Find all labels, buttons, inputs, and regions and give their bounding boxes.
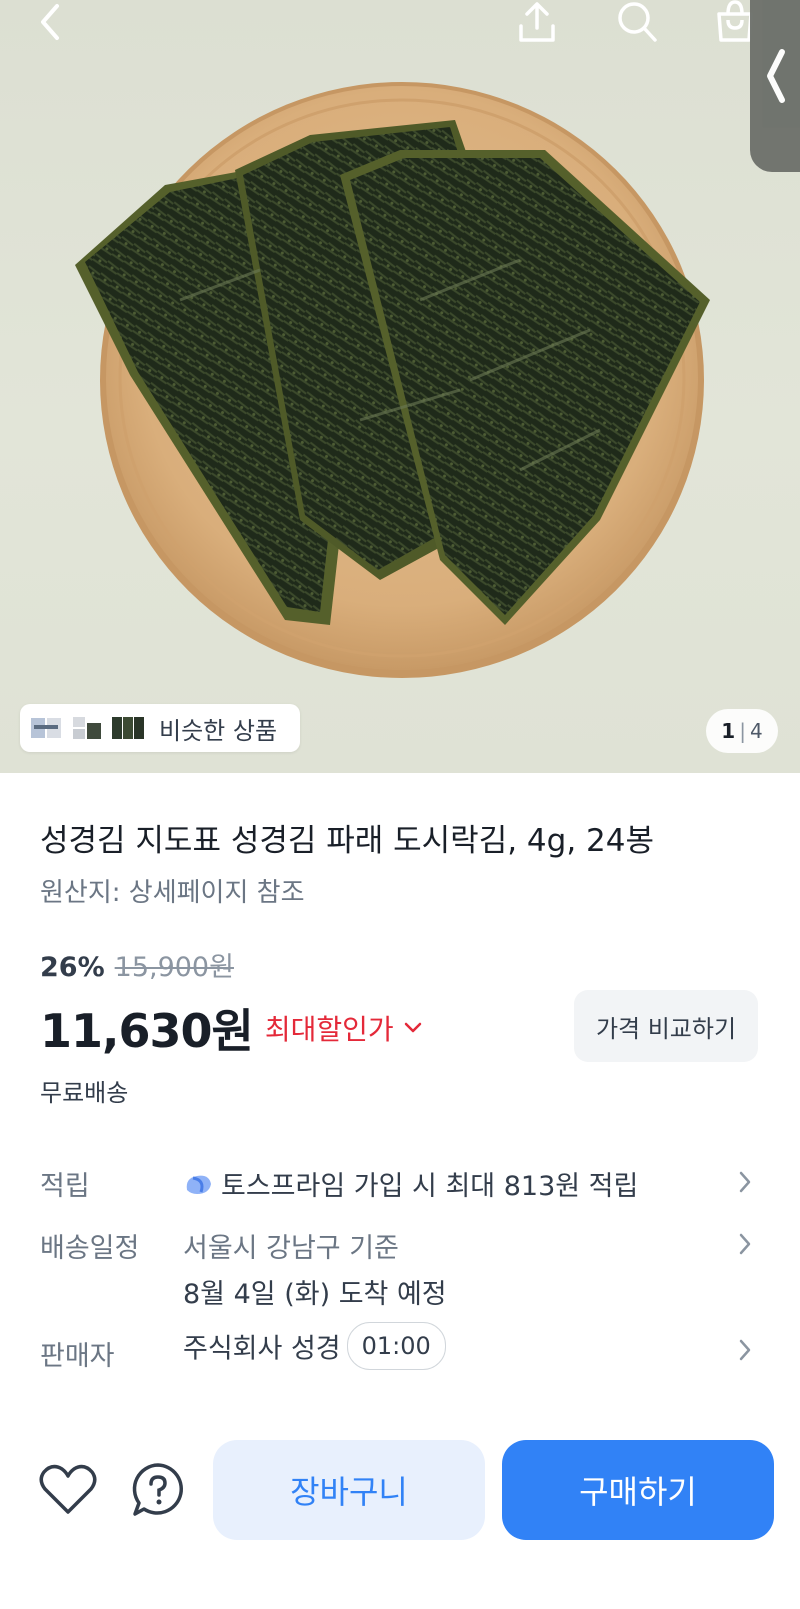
- chevron-right-icon: [739, 1233, 751, 1255]
- image-counter: 1 | 4: [706, 709, 778, 753]
- product-title: 성경김 지도표 성경김 파래 도시락김, 4g, 24봉: [40, 823, 654, 859]
- product-image-area[interactable]: 비슷한 상품 1 | 4: [0, 0, 800, 773]
- original-price: 15,900원: [114, 952, 234, 983]
- chevron-left-icon: [767, 49, 785, 103]
- side-panel-handle[interactable]: [750, 0, 800, 172]
- heart-icon: [39, 1464, 97, 1514]
- similar-thumbnail: [69, 713, 105, 743]
- price-compare-button[interactable]: 가격 비교하기: [574, 990, 758, 1062]
- points-row[interactable]: 적립 토스프라임 가입 시 최대 813원 적립: [40, 1160, 760, 1204]
- add-to-cart-button[interactable]: 장바구니: [213, 1440, 485, 1540]
- price-row: 11,630원 최대할인가: [40, 995, 424, 1061]
- wishlist-button[interactable]: [36, 1458, 100, 1522]
- discount-rate: 26%: [40, 952, 105, 983]
- chevron-down-icon: [404, 1022, 421, 1033]
- delivery-location: 서울시 강남구 기준: [183, 1233, 399, 1264]
- seller-value-wrap: 주식회사 성경 01:00: [183, 1322, 446, 1370]
- chevron-right-icon: [739, 1339, 751, 1361]
- points-value: 토스프라임 가입 시 최대 813원 적립: [221, 1171, 639, 1202]
- similar-thumbnail: [28, 713, 64, 743]
- max-discount-label: 최대할인가: [264, 1013, 394, 1046]
- share-button[interactable]: [507, 0, 567, 44]
- share-icon: [519, 2, 555, 42]
- similar-thumbnail: [110, 713, 146, 743]
- back-arrow-icon: [41, 4, 59, 40]
- seller-time-badge: 01:00: [346, 1322, 446, 1370]
- toss-prime-icon: [186, 1175, 211, 1194]
- image-counter-separator: |: [739, 719, 746, 743]
- points-value-wrap: 토스프라임 가입 시 최대 813원 적립: [183, 1164, 638, 1203]
- sale-price: 11,630원: [40, 1004, 254, 1058]
- chevron-right-icon: [739, 1171, 751, 1193]
- buy-now-button[interactable]: 구매하기: [502, 1440, 774, 1540]
- image-total: 4: [749, 719, 763, 743]
- image-index: 1: [721, 719, 736, 743]
- similar-products-button[interactable]: 비슷한 상품: [20, 704, 300, 752]
- seller-label: 판매자: [40, 1341, 115, 1372]
- search-button[interactable]: [607, 0, 667, 44]
- seller-row[interactable]: 판매자 주식회사 성경 01:00: [40, 1322, 760, 1376]
- points-label: 적립: [40, 1171, 90, 1202]
- product-origin: 원산지: 상세페이지 참조: [40, 878, 305, 908]
- shipping-info: 무료배송: [40, 1079, 129, 1107]
- seller-name: 주식회사 성경: [183, 1333, 341, 1365]
- delivery-row[interactable]: 배송일정 서울시 강남구 기준 8월 4일 (화) 도착 예정: [40, 1222, 760, 1312]
- bottom-action-bar: 장바구니 구매하기: [0, 1440, 800, 1540]
- delivery-label: 배송일정: [40, 1233, 140, 1264]
- product-photo: [75, 82, 710, 678]
- max-discount-toggle[interactable]: 최대할인가: [265, 1008, 424, 1048]
- question-icon: [132, 1463, 183, 1516]
- search-icon: [618, 2, 657, 42]
- back-button[interactable]: [20, 0, 80, 44]
- similar-products-label: 비슷한 상품: [159, 716, 278, 745]
- delivery-eta: 8월 4일 (화) 도착 예정: [183, 1279, 447, 1310]
- inquiry-button[interactable]: [126, 1458, 190, 1522]
- discount-row: 26% 15,900원: [40, 945, 234, 984]
